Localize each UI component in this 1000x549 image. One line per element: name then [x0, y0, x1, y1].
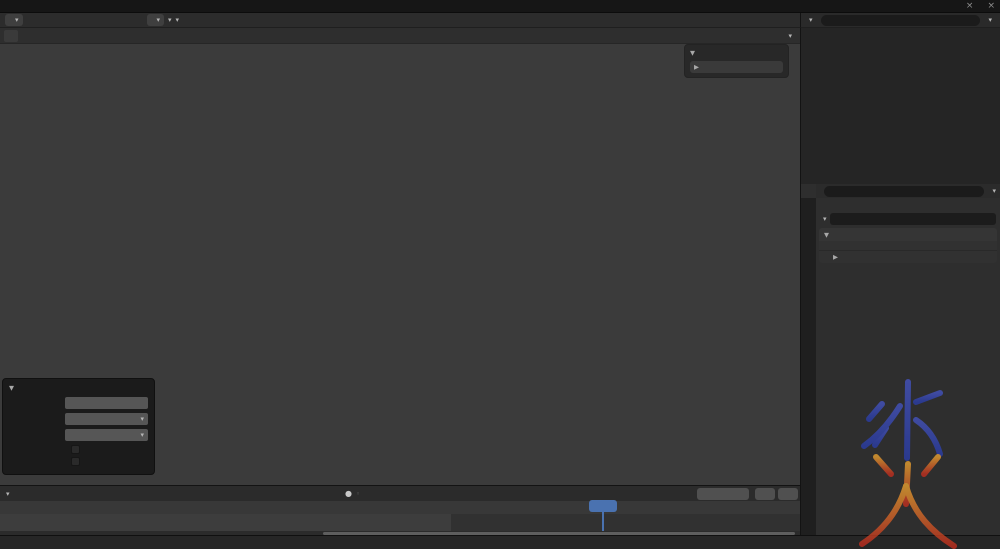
outliner-search-input[interactable]	[821, 15, 981, 26]
operator-panel-header[interactable]: ▼	[9, 384, 148, 392]
angle-field[interactable]	[65, 397, 148, 409]
chevron-right-icon: ▶	[694, 63, 701, 71]
mode-dropdown[interactable]: ▾	[5, 14, 23, 26]
tool-settings-bar: ▾	[0, 28, 800, 44]
operator-panel-rotate: ▼ ▾ ▾	[2, 378, 155, 475]
axis-dropdown[interactable]: ▾	[65, 413, 148, 425]
properties-breadcrumb	[816, 198, 1000, 211]
outliner-header: ▾ ▾	[800, 13, 1000, 28]
transform-rows	[819, 241, 997, 250]
outliner	[800, 28, 1000, 184]
n-panel: ▼ ▶	[684, 44, 789, 78]
timeline-track[interactable]	[0, 514, 800, 531]
current-frame-badge[interactable]	[589, 500, 617, 512]
properties-editor: ▾ ▾ ▼ ▶	[800, 184, 1000, 535]
chevron-down-icon[interactable]: ▾	[6, 490, 10, 498]
properties-subpanel-header[interactable]: ▶	[690, 61, 783, 73]
delta-transform-panel[interactable]: ▶	[819, 250, 997, 263]
playback-controls: ● ◦	[345, 487, 364, 500]
chevron-down-icon: ▾	[157, 16, 161, 24]
viewport-header: ▾ ▾ ▾ ▾	[0, 13, 800, 28]
chevron-down-icon: ▾	[140, 431, 144, 439]
frame-range-region	[0, 514, 451, 531]
checkbox-icon	[71, 445, 80, 454]
viewport-3d[interactable]: ▾ ▼ ▶ ▼	[0, 28, 800, 485]
timeline-header: ▾ ● ◦	[0, 486, 800, 501]
chevron-down-icon[interactable]: ▾	[823, 215, 827, 223]
orientation-dropdown[interactable]: ▾	[147, 14, 165, 26]
properties-header: ▾	[816, 184, 1000, 198]
object-name-field[interactable]	[830, 213, 996, 225]
playhead[interactable]	[602, 512, 604, 531]
end-frame-field[interactable]	[778, 488, 798, 500]
frame-fields	[697, 488, 798, 500]
start-frame-field[interactable]	[755, 488, 775, 500]
object-name-row: ▾	[816, 211, 1000, 226]
timeline: ▾ ● ◦	[0, 485, 800, 535]
chevron-down-icon: ▾	[140, 415, 144, 423]
chevron-down-icon: ▾	[788, 32, 792, 40]
chevron-down-icon[interactable]: ▾	[176, 16, 180, 24]
chevron-down-icon: ▾	[15, 16, 19, 24]
current-frame-field[interactable]	[697, 488, 749, 500]
properties-search-input[interactable]	[824, 186, 984, 197]
timeline-ruler[interactable]	[0, 501, 800, 514]
chevron-down-icon[interactable]: ▾	[988, 16, 992, 24]
close-icon[interactable]: ×	[965, 1, 975, 11]
chevron-right-icon: ▶	[833, 253, 840, 261]
proportional-editing-checkbox[interactable]	[71, 457, 148, 466]
chevron-down-icon: ▼	[9, 384, 16, 392]
chevron-down-icon[interactable]: ▾	[809, 16, 813, 24]
topbar: × ×	[0, 0, 1000, 13]
status-bar	[0, 535, 1000, 549]
transform-panel-header[interactable]: ▼	[690, 49, 783, 57]
options-dropdown[interactable]: ▾	[785, 32, 796, 40]
blender-window: × × ▾ ▾ ▾ ▾ ▾ ▾	[0, 0, 1000, 549]
chevron-down-icon[interactable]: ▾	[168, 16, 172, 24]
record-button[interactable]: ●	[345, 489, 352, 498]
transform-panel-header[interactable]: ▼	[819, 228, 997, 241]
auto-key-icon[interactable]: ◦	[356, 490, 360, 498]
close-icon[interactable]: ×	[986, 1, 996, 11]
chevron-down-icon: ▼	[690, 49, 697, 57]
checkbox-icon	[71, 457, 80, 466]
scene-selector-group: × ×	[953, 1, 1000, 11]
active-tool-icon[interactable]	[4, 30, 18, 42]
mirror-editing-checkbox[interactable]	[71, 445, 148, 454]
orientation-dropdown[interactable]: ▾	[65, 429, 148, 441]
chevron-down-icon[interactable]: ▾	[992, 187, 996, 195]
chevron-down-icon: ▼	[824, 231, 831, 239]
properties-tab-strip	[801, 198, 816, 535]
